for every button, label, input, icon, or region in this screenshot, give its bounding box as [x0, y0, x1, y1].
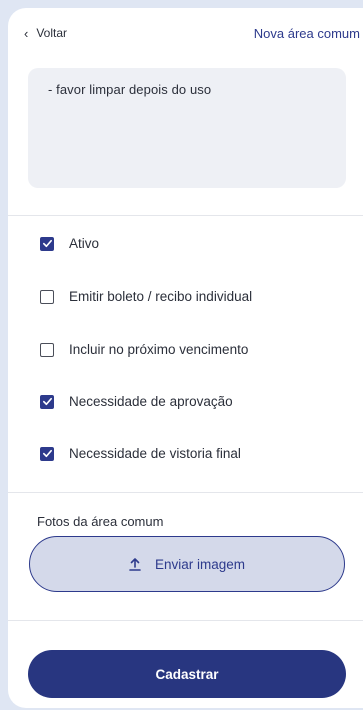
option-label: Necessidade de vistoria final — [69, 446, 241, 461]
option-label: Ativo — [69, 236, 100, 251]
checkbox-unchecked[interactable] — [40, 289, 54, 304]
chevron-left-icon: ‹ — [24, 25, 29, 41]
option-ativo[interactable]: Ativo — [40, 236, 99, 251]
check-icon — [42, 239, 52, 248]
form-screen: ‹ Voltar Nova área comum - favor limpar … — [8, 8, 363, 708]
option-label: Necessidade de aprovação — [69, 394, 233, 409]
check-icon — [42, 397, 52, 406]
submit-button[interactable]: Cadastrar — [28, 650, 346, 698]
upload-label: Enviar imagem — [154, 556, 246, 572]
divider — [8, 620, 363, 621]
header: ‹ Voltar Nova área comum — [8, 8, 363, 60]
checkbox-checked[interactable] — [40, 236, 54, 251]
description-field[interactable]: - favor limpar depois do uso — [28, 68, 346, 188]
photos-section-label: Fotos da área comum — [37, 514, 164, 529]
option-vistoria-final[interactable]: Necessidade de vistoria final — [40, 446, 241, 461]
checkbox-checked[interactable] — [40, 446, 54, 461]
option-emitir-boleto[interactable]: Emitir boleto / recibo individual — [40, 289, 252, 304]
page-title: Nova área comum — [253, 26, 360, 41]
option-incluir-vencimento[interactable]: Incluir no próximo vencimento — [40, 342, 248, 357]
divider — [8, 492, 363, 493]
upload-icon — [129, 557, 141, 571]
upload-image-button[interactable]: Enviar imagem — [29, 536, 345, 592]
check-icon — [42, 449, 52, 458]
divider — [8, 215, 363, 216]
submit-label: Cadastrar — [155, 666, 219, 682]
checkbox-unchecked[interactable] — [40, 342, 54, 357]
back-label: Voltar — [36, 26, 68, 40]
checkbox-checked[interactable] — [40, 394, 54, 409]
back-button[interactable]: ‹ Voltar — [24, 26, 67, 40]
option-necessidade-aprovacao[interactable]: Necessidade de aprovação — [40, 394, 233, 409]
option-label: Emitir boleto / recibo individual — [69, 289, 253, 304]
option-label: Incluir no próximo vencimento — [69, 342, 249, 357]
